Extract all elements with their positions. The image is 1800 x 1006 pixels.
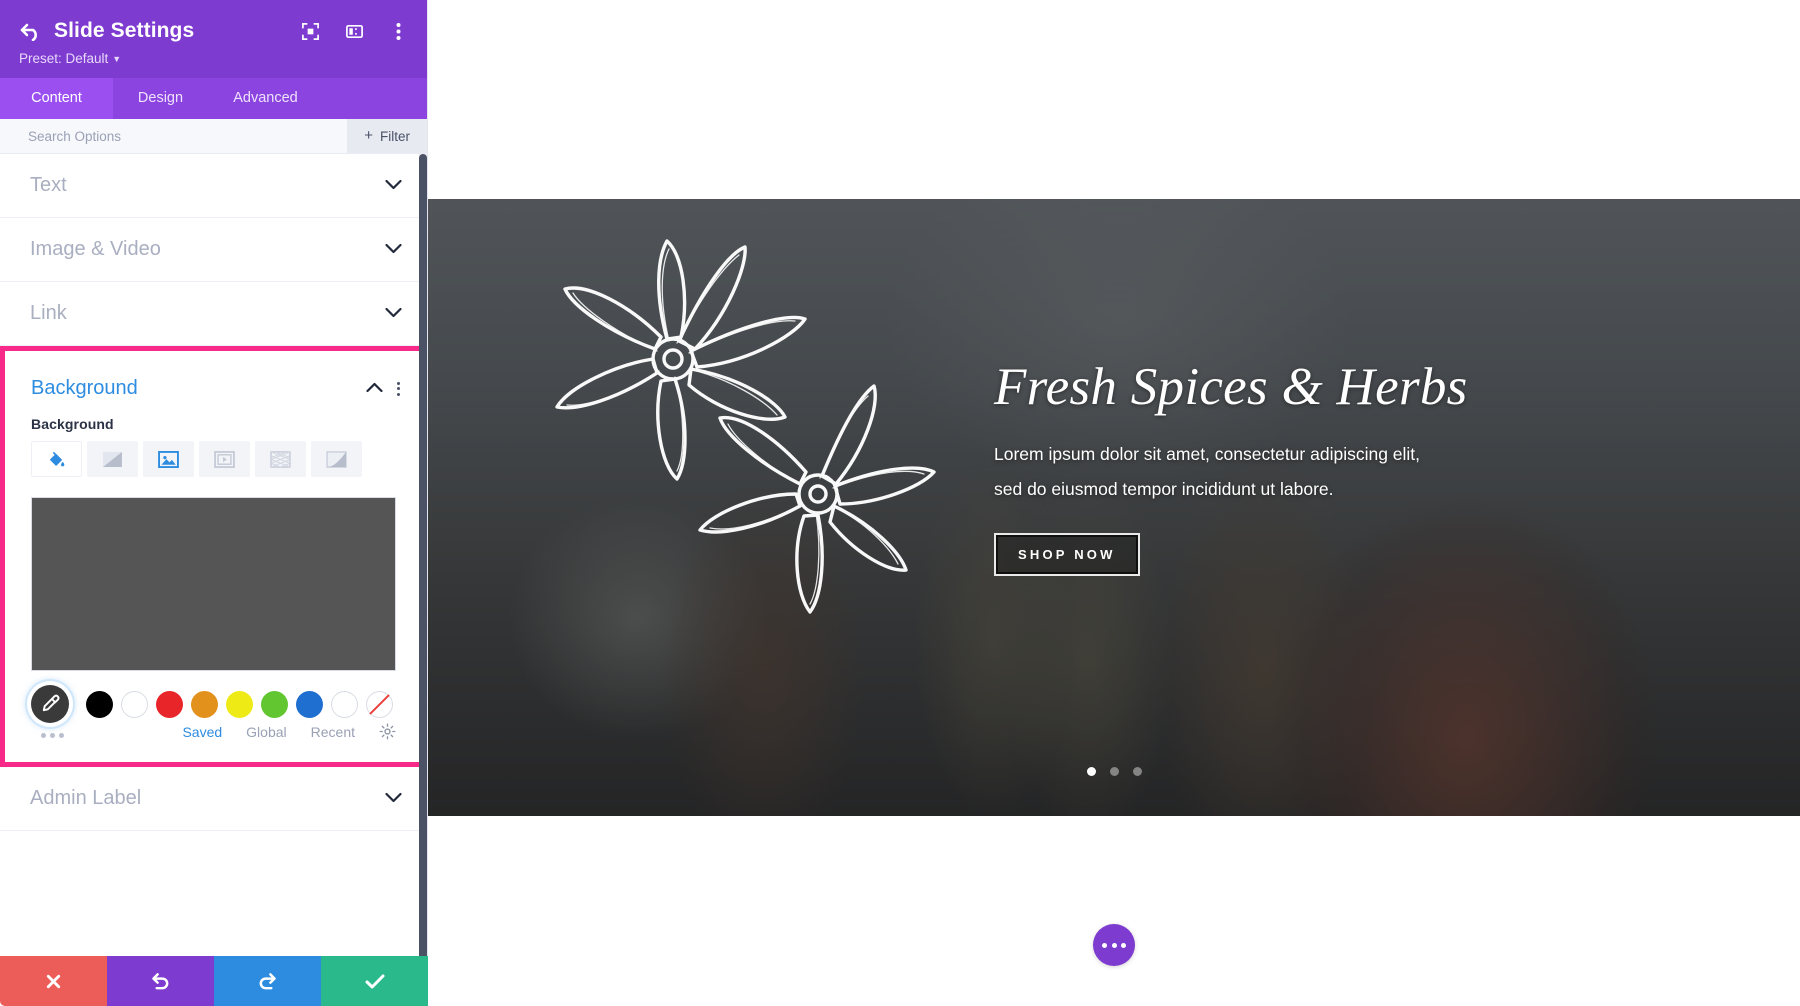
panel-action-bar xyxy=(0,956,428,1006)
swatch-orange[interactable] xyxy=(191,690,218,718)
background-image-type[interactable] xyxy=(143,441,194,477)
star-anise-illustration xyxy=(555,239,936,614)
section-link-label: Link xyxy=(30,302,67,324)
slide-dot-3[interactable] xyxy=(1132,767,1142,776)
more-horizontal-icon-dot-1 xyxy=(1102,942,1107,948)
slide-paragraph: Lorem ipsum dolor sit amet, consectetur … xyxy=(994,437,1594,507)
slide-dot-1[interactable] xyxy=(1086,767,1096,776)
background-mask-type[interactable] xyxy=(311,441,362,477)
more-horizontal-icon-dot-2 xyxy=(1111,942,1117,948)
undo-button[interactable] xyxy=(107,956,214,1006)
section-background-menu-icon[interactable] xyxy=(397,381,400,396)
slide-heading: Fresh Spices & Herbs xyxy=(994,358,1468,416)
filter-button[interactable]: + Filter xyxy=(347,119,427,153)
swatch-blue[interactable] xyxy=(296,690,323,718)
preview-stage: Fresh Spices & Herbs Lorem ipsum dolor s… xyxy=(428,0,1800,1006)
section-image-video-label: Image & Video xyxy=(30,238,161,260)
section-admin-label[interactable]: Admin Label xyxy=(0,767,427,831)
chevron-down-icon xyxy=(385,791,402,806)
chevron-down-icon xyxy=(385,242,402,257)
cancel-button[interactable] xyxy=(0,956,107,1006)
chevron-down-icon xyxy=(385,178,402,193)
background-gradient-type[interactable] xyxy=(87,441,138,477)
swatch-transparent[interactable] xyxy=(366,690,393,718)
scrollbar-thumb[interactable] xyxy=(419,154,427,1006)
preset-selector[interactable]: Preset: Default ▼ xyxy=(18,51,121,66)
redo-button[interactable] xyxy=(214,956,321,1006)
section-admin-label-text: Admin Label xyxy=(30,787,142,809)
chevron-down-icon: ▼ xyxy=(112,54,122,64)
page-settings-fab[interactable] xyxy=(1093,924,1135,966)
back-arrow-icon[interactable] xyxy=(18,18,44,44)
slide-pagination xyxy=(428,767,1800,776)
background-field-label: Background xyxy=(31,416,114,432)
palette-tabs: Saved Global Recent xyxy=(5,723,422,762)
section-text[interactable]: Text xyxy=(0,154,427,218)
tab-content[interactable]: Content xyxy=(0,78,113,119)
slide-dot-2[interactable] xyxy=(1109,767,1119,776)
fullscreen-icon[interactable] xyxy=(299,20,321,42)
color-swatch-row xyxy=(5,671,422,723)
background-color-type[interactable] xyxy=(31,441,82,477)
section-background-label: Background xyxy=(31,377,138,399)
swatch-green[interactable] xyxy=(261,690,288,718)
panel-tabs: Content Design Advanced xyxy=(0,78,427,119)
section-background-header[interactable]: Background xyxy=(5,351,422,404)
panel-title: Slide Settings xyxy=(54,19,195,42)
tab-design[interactable]: Design xyxy=(113,78,208,119)
swatch-black[interactable] xyxy=(86,690,113,718)
more-vertical-icon[interactable] xyxy=(387,20,409,42)
section-background: Background Background Saved Global Recen… xyxy=(0,346,427,767)
slide-settings-panel: Slide Settings Preset: Default ▼ Content… xyxy=(0,0,428,1006)
search-bar: + Filter xyxy=(0,119,427,154)
current-color-preview[interactable] xyxy=(31,497,396,671)
panel-header: Slide Settings Preset: Default ▼ xyxy=(0,0,427,78)
background-pattern-type[interactable] xyxy=(255,441,306,477)
gear-icon[interactable] xyxy=(379,723,396,740)
section-image-video[interactable]: Image & Video xyxy=(0,218,427,282)
swatch-yellow[interactable] xyxy=(226,690,253,718)
slide-paragraph-line-2: sed do eiusmod tempor incididunt ut labo… xyxy=(994,479,1334,500)
slide-paragraph-line-1: Lorem ipsum dolor sit amet, consectetur … xyxy=(994,444,1421,465)
palette-tab-global[interactable]: Global xyxy=(246,724,286,740)
background-type-selector xyxy=(5,441,422,477)
preset-label: Preset: Default xyxy=(19,51,109,66)
section-link[interactable]: Link xyxy=(0,282,427,346)
slide-copy-block: Fresh Spices & Herbs Lorem ipsum dolor s… xyxy=(994,358,1614,577)
swatch-red[interactable] xyxy=(156,690,183,718)
chevron-up-icon[interactable] xyxy=(366,381,383,396)
background-video-type[interactable] xyxy=(199,441,250,477)
palette-tab-saved[interactable]: Saved xyxy=(182,724,222,740)
panel-scroll-body: Text Image & Video Link Background Backg… xyxy=(0,154,427,1006)
palette-tab-recent[interactable]: Recent xyxy=(311,724,355,740)
plus-icon: + xyxy=(364,126,373,144)
swatch-white[interactable] xyxy=(121,690,148,718)
layout-panel-icon[interactable] xyxy=(343,20,365,42)
filter-button-label: Filter xyxy=(380,128,410,144)
save-button[interactable] xyxy=(321,956,428,1006)
eyedropper-icon[interactable] xyxy=(31,685,69,723)
shop-now-button[interactable]: SHOP NOW xyxy=(994,533,1140,577)
swatch-white-2[interactable] xyxy=(331,690,358,718)
tab-advanced[interactable]: Advanced xyxy=(208,78,323,119)
section-text-label: Text xyxy=(30,174,67,196)
more-horizontal-icon-dot-3 xyxy=(1121,942,1126,948)
chevron-down-icon xyxy=(385,306,402,321)
search-input[interactable] xyxy=(0,119,348,153)
slide-preview[interactable]: Fresh Spices & Herbs Lorem ipsum dolor s… xyxy=(428,199,1800,816)
